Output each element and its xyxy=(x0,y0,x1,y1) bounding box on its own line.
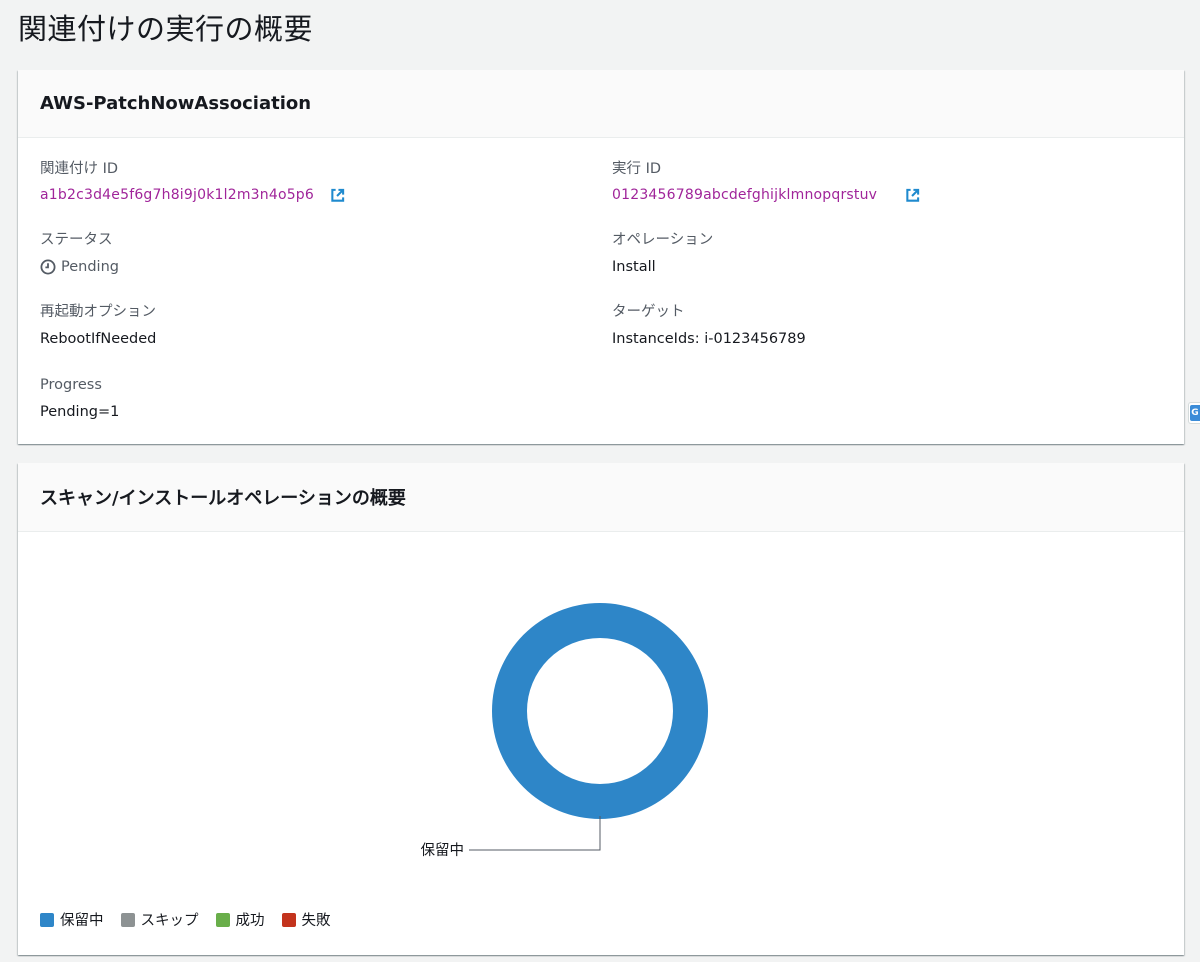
legend-item[interactable]: 保留中 xyxy=(40,909,104,930)
operation-field: オペレーション Install xyxy=(612,231,713,276)
target-value: InstanceIds: i-0123456789 xyxy=(612,331,806,347)
legend-swatch xyxy=(215,912,230,927)
legend-label: 失敗 xyxy=(301,913,331,929)
association-id-label: 関連付け ID xyxy=(40,161,119,177)
legend-label: スキップ xyxy=(140,913,199,929)
association-name: AWS-PatchNowAssociation xyxy=(40,93,312,114)
external-link-icon[interactable] xyxy=(905,188,920,203)
target-field: ターゲット InstanceIds: i-0123456789 xyxy=(612,303,806,348)
legend-swatch xyxy=(40,912,54,927)
legend-swatch xyxy=(120,912,135,927)
progress-field: Progress Pending=1 xyxy=(40,376,119,421)
target-label: ターゲット xyxy=(612,304,685,320)
donut-chart: 保留中 xyxy=(421,603,708,859)
donut-chart-area: 保留中 xyxy=(18,532,1184,872)
callout-line xyxy=(469,816,601,851)
summary-title: スキャン/インストールオペレーションの概要 xyxy=(40,488,406,509)
association-details-card: AWS-PatchNowAssociation 関連付け ID a1b2c3d4… xyxy=(18,70,1184,444)
legend-label: 保留中 xyxy=(60,913,104,929)
callout-label: 保留中 xyxy=(421,842,465,859)
reboot-option-label: 再起動オプション xyxy=(40,304,156,320)
summary-card-header: スキャン/インストールオペレーションの概要 xyxy=(18,463,1184,532)
chart-legend: 保留中 スキップ 成功 失敗 xyxy=(40,909,348,930)
execution-id-label: 実行 ID xyxy=(612,161,662,177)
reboot-option-field: 再起動オプション RebootIfNeeded xyxy=(40,303,156,348)
legend-item[interactable]: スキップ xyxy=(120,909,199,930)
operation-value: Install xyxy=(612,259,656,275)
clock-icon xyxy=(40,259,56,275)
status-field: ステータス Pending xyxy=(40,231,119,276)
execution-id-link[interactable]: 0123456789abcdefghijklmnopqrstuv xyxy=(612,187,877,203)
association-id-field: 関連付け ID a1b2c3d4e5f6g7h8i9j0k1l2m3n4o5p6 xyxy=(40,160,345,203)
reboot-option-value: RebootIfNeeded xyxy=(40,331,157,347)
status-badge: Pending xyxy=(40,258,119,276)
operation-label: オペレーション xyxy=(612,232,714,248)
association-id-link[interactable]: a1b2c3d4e5f6g7h8i9j0k1l2m3n4o5p6 xyxy=(40,187,314,203)
side-tab[interactable]: G xyxy=(1188,402,1200,424)
legend-item[interactable]: 失敗 xyxy=(281,909,331,930)
status-label: ステータス xyxy=(40,232,113,248)
legend-swatch xyxy=(281,912,296,927)
donut-slice-0[interactable] xyxy=(492,603,708,819)
page-title: 関連付けの実行の概要 xyxy=(18,12,314,46)
execution-id-field: 実行 ID 0123456789abcdefghijklmnopqrstuv xyxy=(612,160,920,203)
progress-value: Pending=1 xyxy=(40,404,120,420)
status-value: Pending xyxy=(61,259,119,275)
progress-label: Progress xyxy=(40,377,102,393)
side-tab-icon: G xyxy=(1190,405,1200,421)
association-card-header: AWS-PatchNowAssociation xyxy=(18,70,1184,138)
legend-item[interactable]: 成功 xyxy=(215,909,265,930)
operation-summary-card: スキャン/インストールオペレーションの概要 保留中 保留中 スキップ 成功 失敗 xyxy=(18,463,1184,955)
legend-label: 成功 xyxy=(235,913,265,929)
external-link-icon[interactable] xyxy=(330,188,345,203)
